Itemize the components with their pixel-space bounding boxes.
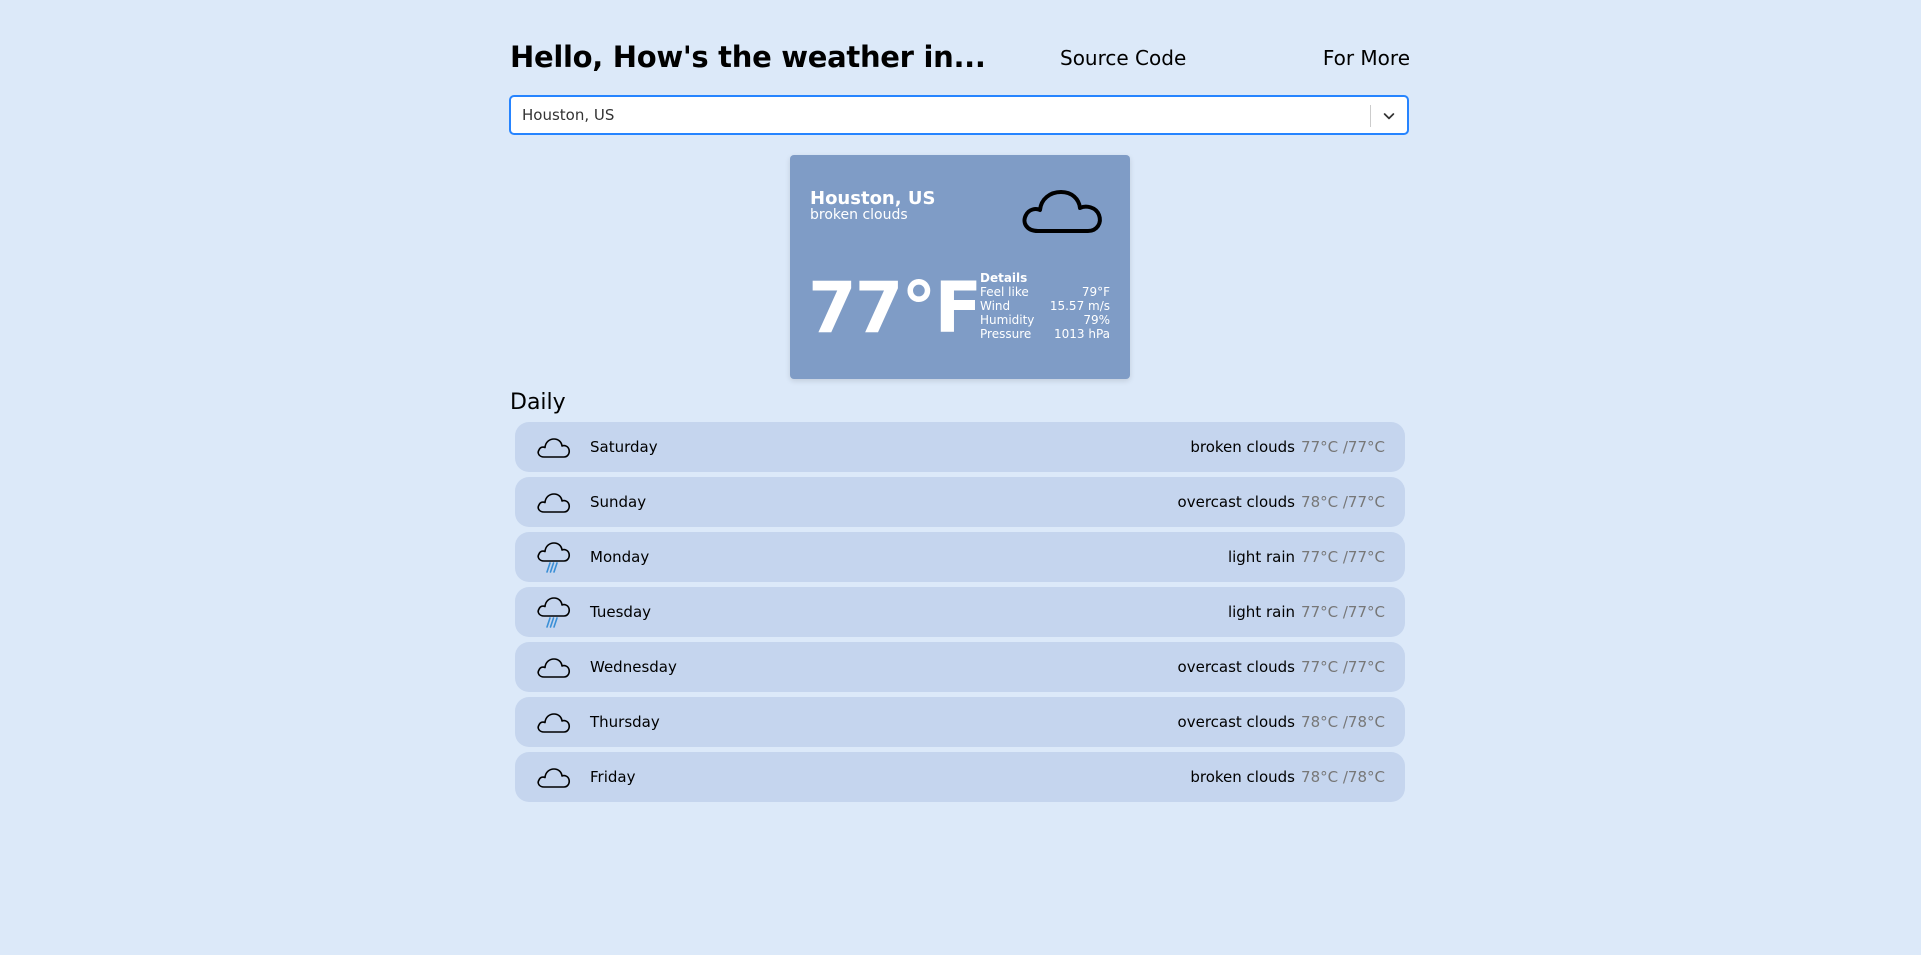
forecast-row-friday[interactable]: Friday broken clouds 78°C /78°C xyxy=(515,752,1405,802)
details-panel: Details Feel like 79°F Wind 15.57 m/s Hu… xyxy=(980,271,1110,341)
forecast-temps: 77°C /77°C xyxy=(1301,438,1385,456)
cloud-icon xyxy=(537,493,571,513)
forecast-day: Saturday xyxy=(590,438,658,456)
select-separator xyxy=(1370,105,1371,127)
forecast-row-thursday[interactable]: Thursday overcast clouds 78°C /78°C xyxy=(515,697,1405,747)
details-title: Details xyxy=(980,271,1028,285)
forecast-day: Thursday xyxy=(590,713,660,731)
daily-forecast-list: Saturday broken clouds 77°C /77°C Sunday… xyxy=(515,422,1405,807)
detail-value: 79% xyxy=(1083,313,1110,327)
current-description: broken clouds xyxy=(810,207,908,223)
detail-label: Humidity xyxy=(980,313,1035,327)
page-title: Hello, How's the weather in... xyxy=(510,40,986,74)
cloud-icon xyxy=(537,768,571,788)
main-container: Hello, How's the weather in... Source Co… xyxy=(510,0,1410,802)
page: Hello, How's the weather in... Source Co… xyxy=(0,0,1921,955)
forecast-description: overcast clouds xyxy=(1177,658,1295,676)
detail-row-humidity: Humidity 79% xyxy=(980,313,1110,327)
source-code-link[interactable]: Source Code xyxy=(1060,46,1186,70)
cloud-icon xyxy=(537,713,571,733)
detail-value: 1013 hPa xyxy=(1053,327,1110,341)
city-select[interactable]: Houston, US xyxy=(510,96,1408,134)
forecast-day: Monday xyxy=(590,548,650,566)
forecast-row-sunday[interactable]: Sunday overcast clouds 78°C /77°C xyxy=(515,477,1405,527)
forecast-temps: 78°C /78°C xyxy=(1301,713,1385,731)
chevron-down-icon[interactable] xyxy=(1381,108,1397,124)
forecast-description: overcast clouds xyxy=(1177,493,1295,511)
forecast-temps: 78°C /78°C xyxy=(1301,768,1385,786)
forecast-description: broken clouds xyxy=(1190,438,1295,456)
forecast-day: Friday xyxy=(590,768,636,786)
current-temperature: 77°F xyxy=(808,267,982,349)
forecast-day: Wednesday xyxy=(590,658,677,676)
current-weather-card: Houston, US broken clouds 77°F Details F… xyxy=(790,155,1130,379)
cloud-icon xyxy=(1022,190,1102,233)
detail-value: 79°F xyxy=(1081,285,1110,299)
detail-row-wind: Wind 15.57 m/s xyxy=(980,299,1110,313)
forecast-row-saturday[interactable]: Saturday broken clouds 77°C /77°C xyxy=(515,422,1405,472)
cloud-icon xyxy=(537,658,571,678)
city-select-value: Houston, US xyxy=(522,106,615,124)
detail-label: Pressure xyxy=(980,327,1032,341)
rain-cloud-icon xyxy=(537,597,571,628)
forecast-description: overcast clouds xyxy=(1177,713,1295,731)
forecast-temps: 77°C /77°C xyxy=(1301,603,1385,621)
forecast-row-wednesday[interactable]: Wednesday overcast clouds 77°C /77°C xyxy=(515,642,1405,692)
detail-row-feels-like: Feel like 79°F xyxy=(980,285,1110,299)
forecast-temps: 78°C /77°C xyxy=(1301,493,1385,511)
forecast-description: light rain xyxy=(1227,548,1295,566)
cloud-icon xyxy=(537,438,571,458)
for-more-link[interactable]: For More xyxy=(1323,46,1410,70)
daily-title: Daily xyxy=(510,390,566,415)
detail-label: Feel like xyxy=(980,285,1029,299)
forecast-description: broken clouds xyxy=(1190,768,1295,786)
current-city: Houston, US xyxy=(810,188,936,209)
forecast-temps: 77°C /77°C xyxy=(1301,658,1385,676)
forecast-description: light rain xyxy=(1227,603,1295,621)
forecast-day: Tuesday xyxy=(590,603,652,621)
rain-cloud-icon xyxy=(537,542,571,573)
forecast-day: Sunday xyxy=(590,493,647,511)
forecast-row-monday[interactable]: Monday light rain 77°C /77°C xyxy=(515,532,1405,582)
forecast-temps: 77°C /77°C xyxy=(1301,548,1385,566)
forecast-row-tuesday[interactable]: Tuesday light rain 77°C /77°C xyxy=(515,587,1405,637)
header: Hello, How's the weather in... Source Co… xyxy=(510,0,1410,96)
detail-value: 15.57 m/s xyxy=(1049,299,1110,313)
detail-label: Wind xyxy=(980,299,1011,313)
detail-row-pressure: Pressure 1013 hPa xyxy=(980,327,1110,341)
